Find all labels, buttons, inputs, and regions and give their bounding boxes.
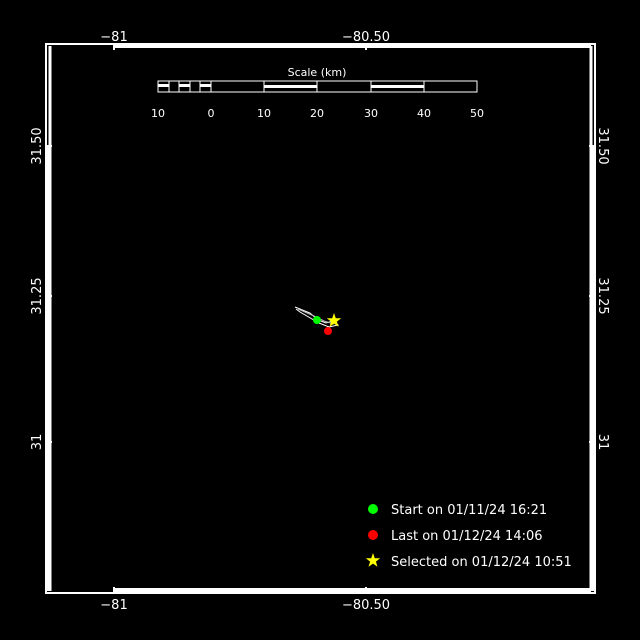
start-marker: [313, 316, 321, 324]
right-lat-label-3: 31: [595, 434, 610, 451]
bottom-lon-label-2: −80.50: [342, 598, 390, 613]
legend-start-dot: [368, 504, 378, 514]
scale-tick-1: 10: [151, 107, 165, 120]
legend-selected-label: Selected on 01/12/24 10:51: [391, 555, 572, 570]
legend-star-icon: [365, 553, 381, 567]
scale-tick-3: 10: [257, 107, 271, 120]
legend-start-label: Start on 01/11/24 16:21: [391, 503, 547, 518]
left-lat-label-2: 31.25: [30, 277, 45, 314]
scale-title: Scale (km): [288, 66, 347, 79]
legend: Start on 01/11/24 16:21 Last on 01/12/24…: [365, 503, 572, 570]
right-lat-label-2: 31.25: [595, 277, 610, 314]
bottom-lon-label-1: −81: [100, 598, 127, 613]
right-lat-label-1: 31.50: [595, 127, 610, 164]
scale-tick-2: 0: [208, 107, 215, 120]
legend-last-label: Last on 01/12/24 14:06: [391, 529, 543, 544]
legend-last-dot: [368, 530, 378, 540]
scale-tick-6: 40: [417, 107, 431, 120]
scale-bar: Scale (km) 10 0 10 20 30 40 50: [151, 66, 484, 120]
left-lat-label-3: 31: [30, 434, 45, 451]
top-lon-label-1: −81: [100, 30, 127, 45]
last-marker: [324, 327, 332, 335]
scale-tick-4: 20: [310, 107, 324, 120]
scale-tick-7: 50: [470, 107, 484, 120]
top-lon-label-2: −80.50: [342, 30, 390, 45]
left-lat-label-1: 31.50: [30, 127, 45, 164]
map-canvas: −81 −80.50 −81 −80.50 31.50 31.25 31 31.…: [30, 30, 610, 613]
selected-star-marker: [326, 313, 342, 327]
scale-tick-5: 30: [364, 107, 378, 120]
